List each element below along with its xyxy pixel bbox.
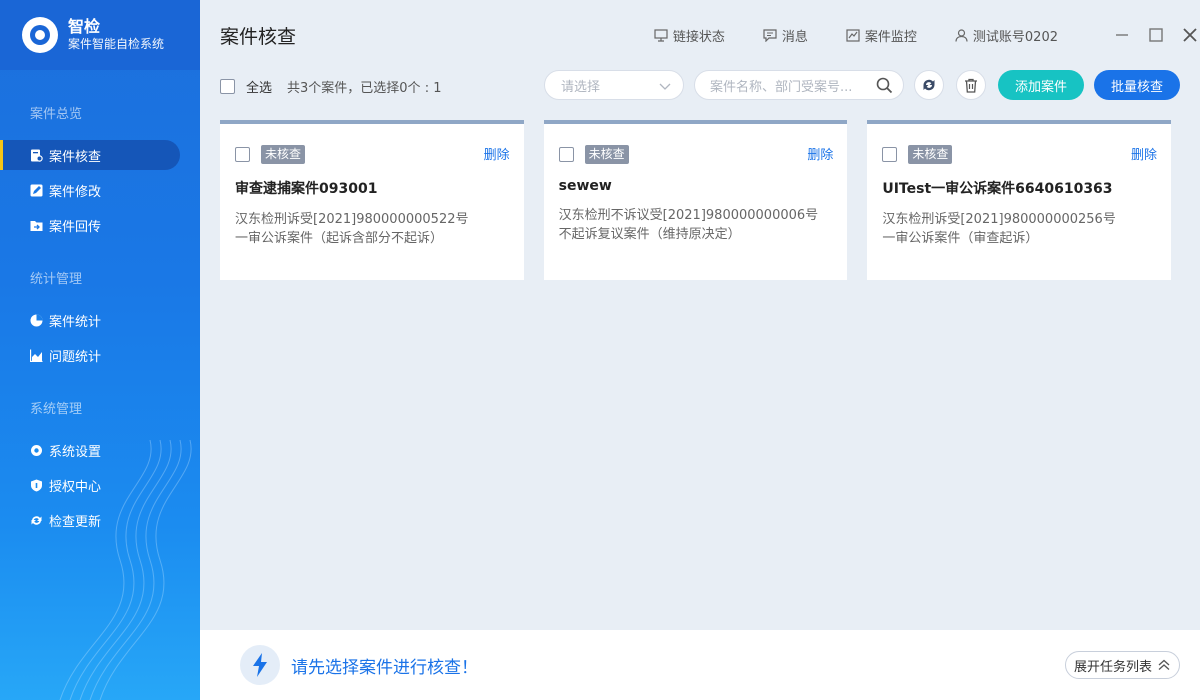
sidebar-item-label: 案件核查 xyxy=(49,149,102,165)
trash-icon xyxy=(965,78,977,93)
user-icon xyxy=(955,28,968,42)
footer-message: 请先选择案件进行核查！ xyxy=(291,657,478,678)
search-placeholder: 案件名称、部门受案号... xyxy=(710,79,853,95)
case-card[interactable]: 未核查 删除 sewew 汉东检刑不诉议受[2021]980000000006号… xyxy=(543,120,848,280)
link-status-label: 链接状态 xyxy=(672,29,725,45)
select-all-checkbox[interactable] xyxy=(220,78,235,94)
sidebar-item-label: 案件统计 xyxy=(49,314,102,330)
sidebar-item-case-stats[interactable]: 案件统计 xyxy=(0,305,180,335)
sidebar: 智检 案件智能自检系统 案件总览 案件核查 案件修改 案件回传 统计管理 案件统… xyxy=(0,0,200,700)
chevron-up-double-icon xyxy=(1158,659,1170,670)
sidebar-item-label: 问题统计 xyxy=(49,349,102,365)
account-label: 测试账号0202 xyxy=(972,29,1058,45)
case-check-icon xyxy=(30,149,43,162)
expand-task-list-button[interactable]: 展开任务列表 xyxy=(1064,651,1180,679)
case-type: 一审公诉案件（审查起诉） xyxy=(882,231,1039,246)
sidebar-item-label: 案件修改 xyxy=(49,184,102,200)
search-icon[interactable] xyxy=(876,77,893,94)
expand-task-list-label: 展开任务列表 xyxy=(1073,659,1152,675)
delete-link[interactable]: 删除 xyxy=(807,144,833,163)
maximize-icon[interactable] xyxy=(1146,25,1166,45)
brand: 智检 案件智能自检系统 xyxy=(0,0,200,70)
select-all-label[interactable]: 全选 xyxy=(246,77,272,96)
pie-chart-icon xyxy=(30,314,43,327)
upload-icon xyxy=(30,219,43,232)
area-chart-icon xyxy=(30,349,43,362)
sidebar-item-issue-stats[interactable]: 问题统计 xyxy=(0,340,180,370)
chart-monitor-icon xyxy=(846,28,860,42)
page-title: 案件核查 xyxy=(220,25,297,48)
main-area: 案件核查 链接状态 消息 案件监控 测试账号0202 全选 共3个案件，已选择0… xyxy=(200,0,1200,700)
batch-check-button[interactable]: 批量核查 xyxy=(1094,70,1180,100)
sidebar-item-case-return[interactable]: 案件回传 xyxy=(0,210,180,240)
status-badge: 未核查 xyxy=(908,144,953,164)
message-icon xyxy=(763,28,777,42)
case-card-list: 未核查 删除 审查逮捕案件093001 汉东检刑诉受[2021]98000000… xyxy=(220,120,1172,280)
chevron-down-icon xyxy=(659,83,671,90)
case-checkbox[interactable] xyxy=(882,146,898,162)
app-subtitle: 案件智能自检系统 xyxy=(68,37,165,51)
sidebar-item-case-check[interactable]: 案件核查 xyxy=(0,140,180,170)
lightning-icon xyxy=(240,645,280,685)
edit-icon xyxy=(30,184,43,197)
selection-count: 共3个案件，已选择0个 : 1 xyxy=(287,80,442,96)
sidebar-item-label: 案件回传 xyxy=(49,219,102,235)
sidebar-item-case-edit[interactable]: 案件修改 xyxy=(0,175,180,205)
case-name: sewew xyxy=(558,178,612,194)
case-type: 一审公诉案件（起诉含部分不起诉） xyxy=(235,231,444,246)
filter-placeholder: 请选择 xyxy=(561,79,601,95)
case-card[interactable]: 未核查 删除 审查逮捕案件093001 汉东检刑诉受[2021]98000000… xyxy=(220,120,524,280)
search-input[interactable]: 案件名称、部门受案号... xyxy=(694,70,904,100)
link-status-button[interactable]: 链接状态 xyxy=(654,26,725,45)
monitor-icon xyxy=(654,28,668,42)
minimize-icon[interactable] xyxy=(1112,25,1132,45)
case-monitor-label: 案件监控 xyxy=(864,29,917,45)
case-monitor-button[interactable]: 案件监控 xyxy=(846,26,917,45)
messages-label: 消息 xyxy=(781,29,808,45)
delete-all-button[interactable] xyxy=(956,70,986,100)
case-checkbox[interactable] xyxy=(558,146,574,162)
decorative-wave xyxy=(59,440,192,700)
toolbar: 全选 共3个案件，已选择0个 : 1 请选择 案件名称、部门受案号... 添加案… xyxy=(220,70,1180,102)
nav-group-title: 系统管理 xyxy=(30,402,83,417)
delete-link[interactable]: 删除 xyxy=(1131,144,1157,163)
add-case-button[interactable]: 添加案件 xyxy=(998,70,1084,100)
close-icon[interactable] xyxy=(1180,25,1200,45)
app-name: 智检 xyxy=(68,17,101,36)
nav-group-title: 统计管理 xyxy=(30,272,83,287)
case-name: 审查逮捕案件093001 xyxy=(235,181,378,197)
footer-bar: 请先选择案件进行核查！ 展开任务列表 xyxy=(200,630,1200,700)
account-button[interactable]: 测试账号0202 xyxy=(955,26,1058,45)
refresh-icon xyxy=(923,79,935,91)
filter-select[interactable]: 请选择 xyxy=(544,70,684,100)
case-name: UITest一审公诉案件6640610363 xyxy=(882,181,1113,197)
status-badge: 未核查 xyxy=(584,144,629,164)
app-logo-icon xyxy=(22,17,58,53)
delete-link[interactable]: 删除 xyxy=(484,144,510,163)
case-card[interactable]: 未核查 删除 UITest一审公诉案件6640610363 汉东检刑诉受[202… xyxy=(867,120,1172,280)
status-badge: 未核查 xyxy=(261,144,306,164)
case-type: 不起诉复议案件（维持原决定） xyxy=(558,227,741,242)
case-number: 汉东检刑诉受[2021]980000000522号 xyxy=(235,212,469,227)
refresh-button[interactable] xyxy=(914,70,944,100)
case-checkbox[interactable] xyxy=(235,146,250,162)
case-number: 汉东检刑不诉议受[2021]980000000006号 xyxy=(558,208,819,223)
messages-button[interactable]: 消息 xyxy=(763,26,808,45)
case-number: 汉东检刑诉受[2021]980000000256号 xyxy=(882,212,1116,227)
window-controls xyxy=(1098,25,1200,45)
header-actions: 链接状态 消息 案件监控 测试账号0202 xyxy=(616,22,1200,48)
nav-group-title: 案件总览 xyxy=(30,107,83,122)
header: 案件核查 链接状态 消息 案件监控 测试账号0202 xyxy=(200,0,1200,70)
